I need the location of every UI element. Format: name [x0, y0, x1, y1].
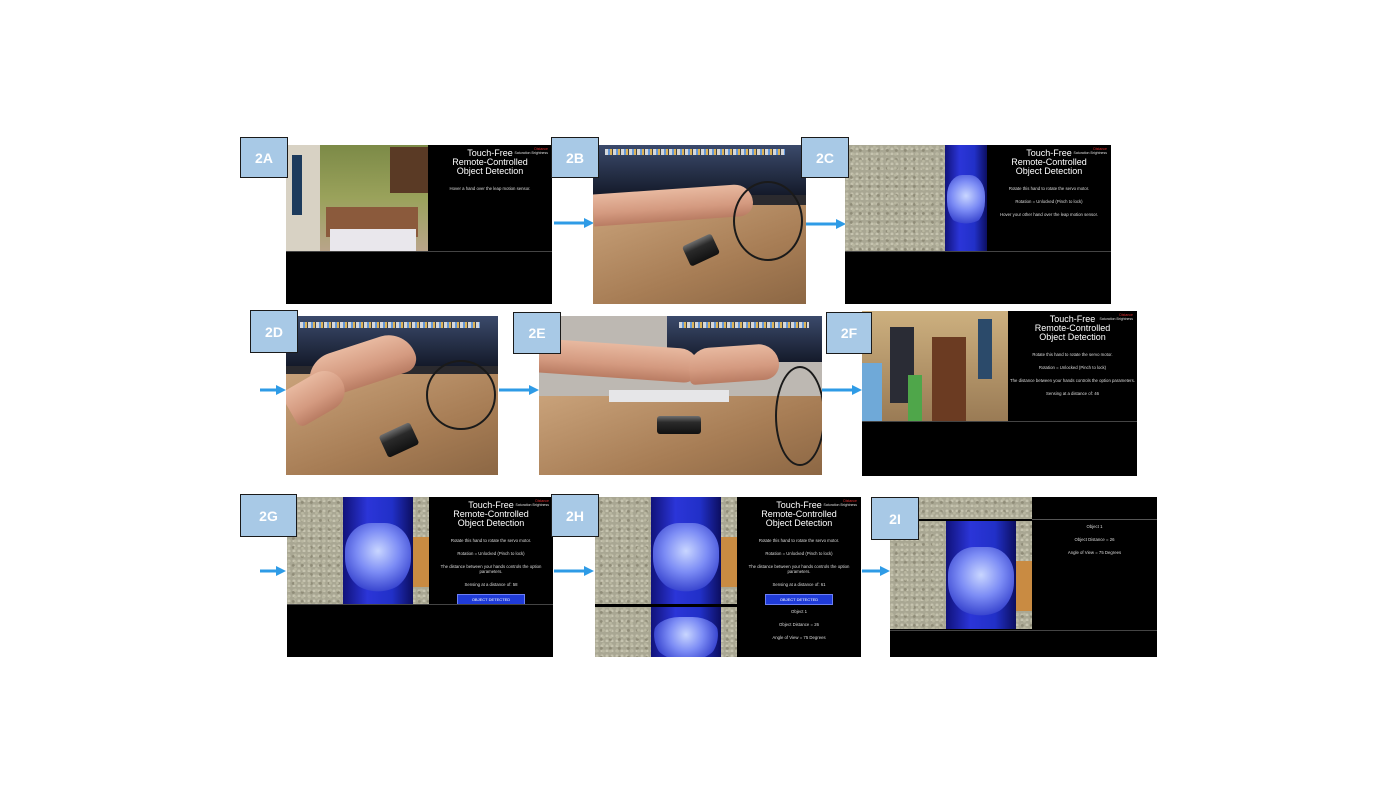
rotation-status: Rotation = Unlocked (Pinch to lock): [1038, 365, 1107, 370]
instruction-rotate: Rotate this hand to rotate the servo mot…: [758, 538, 840, 543]
option-list: Saturation Brightness: [1099, 317, 1133, 321]
panel-2e: [539, 316, 822, 475]
label-2d: 2D: [250, 310, 298, 353]
option-menu: Distance Saturation Brightness: [516, 499, 549, 507]
label-2i: 2I: [871, 497, 919, 540]
rotation-status: Rotation = Unlocked (Pinch to lock): [457, 551, 525, 556]
empty-area: [862, 421, 1137, 476]
rotation-status: Rotation = Unlocked (Pinch to lock): [765, 551, 833, 556]
instruction-rotate: Rotate this hand to rotate the servo mot…: [1032, 352, 1113, 357]
sensing-distance: Sensing at a distance of: 58: [464, 582, 518, 587]
result-panel: Object 1 Object Distance = 26 Angle of V…: [737, 607, 861, 657]
panel-2a: Distance Saturation Brightness Touch-Fre…: [286, 145, 552, 304]
label-2h: 2H: [551, 494, 599, 537]
label-2f: 2F: [826, 312, 872, 354]
camera-feed-bottle: [845, 145, 987, 251]
panel-2b: [593, 145, 806, 304]
panel-2g: Distance Saturation Brightness Touch-Fre…: [287, 497, 553, 657]
label-2e: 2E: [513, 312, 561, 354]
arrow-right-icon: [260, 566, 286, 576]
title-line-3: Object Detection: [1039, 332, 1106, 342]
instruction-distance: The distance between your hands controls…: [1010, 378, 1135, 383]
panel-2h: Distance Saturation Brightness Touch-Fre…: [595, 497, 861, 657]
label-2g: 2G: [240, 494, 297, 537]
rotation-status: Rotation = Unlocked (Pinch to lock): [1015, 199, 1083, 204]
photo-hand-over-sensor: [593, 145, 806, 304]
photo-pinch-gesture: [286, 316, 498, 475]
instruction-hover-other: Hover your other hand over the leap moti…: [1000, 212, 1098, 217]
hud-panel: Distance Saturation Brightness Touch-Fre…: [737, 497, 861, 614]
angle-of-view: Angle of View = 75 Degrees: [1067, 550, 1122, 555]
empty-area: [286, 251, 552, 304]
arrow-right-icon: [499, 385, 539, 395]
title-line-3: Object Detection: [457, 518, 525, 528]
result-panel: Object 1 Object Distance = 26 Angle of V…: [1032, 519, 1157, 629]
title-line-3: Object Detection: [765, 518, 833, 528]
instruction-distance: The distance between your hands controls…: [440, 564, 542, 574]
object-title: Object 1: [1086, 524, 1103, 529]
object-distance: Object Distance = 26: [778, 622, 819, 627]
instruction-rotate: Rotate this hand to rotate the servo mot…: [450, 538, 532, 543]
option-list: Saturation Brightness: [515, 503, 549, 507]
sensing-distance: Sensing at a distance of: 61: [772, 582, 826, 587]
arrow-right-icon: [554, 218, 594, 228]
title-line-3: Object Detection: [456, 166, 524, 176]
empty-area: [287, 604, 553, 657]
option-list: Saturation Brightness: [514, 151, 548, 155]
hud-panel: Distance Saturation Brightness Touch-Fre…: [987, 145, 1111, 251]
camera-feed-bottle: [595, 497, 737, 604]
camera-feed-room-door: [862, 311, 1008, 421]
option-menu: Distance Saturation Brightness: [1074, 147, 1107, 155]
instruction-hover: Hover a hand over the leap motion sensor…: [449, 186, 531, 191]
photo-two-hands: [539, 316, 822, 475]
label-2c: 2C: [801, 137, 849, 178]
label-2a: 2A: [240, 137, 288, 178]
label-2b: 2B: [551, 137, 599, 178]
screenshot-thumbnail: [595, 607, 737, 657]
arrow-right-icon: [806, 219, 846, 229]
arrow-right-icon: [822, 385, 862, 395]
camera-feed-bottle: [287, 497, 429, 604]
arrow-right-icon: [862, 566, 890, 576]
arrow-right-icon: [554, 566, 594, 576]
sensing-distance: Sensing at a distance of: 46: [1045, 391, 1100, 396]
instruction-rotate: Rotate this hand to rotate the servo mot…: [1008, 186, 1090, 191]
object-detected-button[interactable]: OBJECT DETECTED: [765, 594, 833, 605]
panel-2f: Distance Saturation Brightness Touch-Fre…: [862, 311, 1137, 476]
camera-feed-room: [286, 145, 428, 251]
angle-of-view: Angle of View = 75 Degrees: [772, 635, 826, 640]
object-distance: Object Distance = 26: [1074, 537, 1115, 542]
title-line-3: Object Detection: [1015, 166, 1083, 176]
option-menu: Distance Saturation Brightness: [1100, 313, 1133, 321]
option-menu: Distance Saturation Brightness: [515, 147, 548, 155]
hud-panel: Distance Saturation Brightness Touch-Fre…: [1008, 311, 1137, 421]
empty-area: [845, 251, 1111, 304]
instruction-distance: The distance between your hands controls…: [748, 564, 850, 574]
option-list: Saturation Brightness: [1073, 151, 1107, 155]
arrow-right-icon: [260, 385, 286, 395]
panel-2i: Object 1 Object Distance = 26 Angle of V…: [890, 497, 1157, 657]
panel-2d: [286, 316, 498, 475]
hud-panel: Distance Saturation Brightness Touch-Fre…: [429, 497, 553, 605]
option-menu: Distance Saturation Brightness: [824, 499, 857, 507]
object-title: Object 1: [790, 609, 807, 614]
hud-panel: Distance Saturation Brightness Touch-Fre…: [428, 145, 552, 251]
option-list: Saturation Brightness: [823, 503, 857, 507]
empty-area: [890, 630, 1157, 657]
panel-2c: Distance Saturation Brightness Touch-Fre…: [845, 145, 1111, 304]
